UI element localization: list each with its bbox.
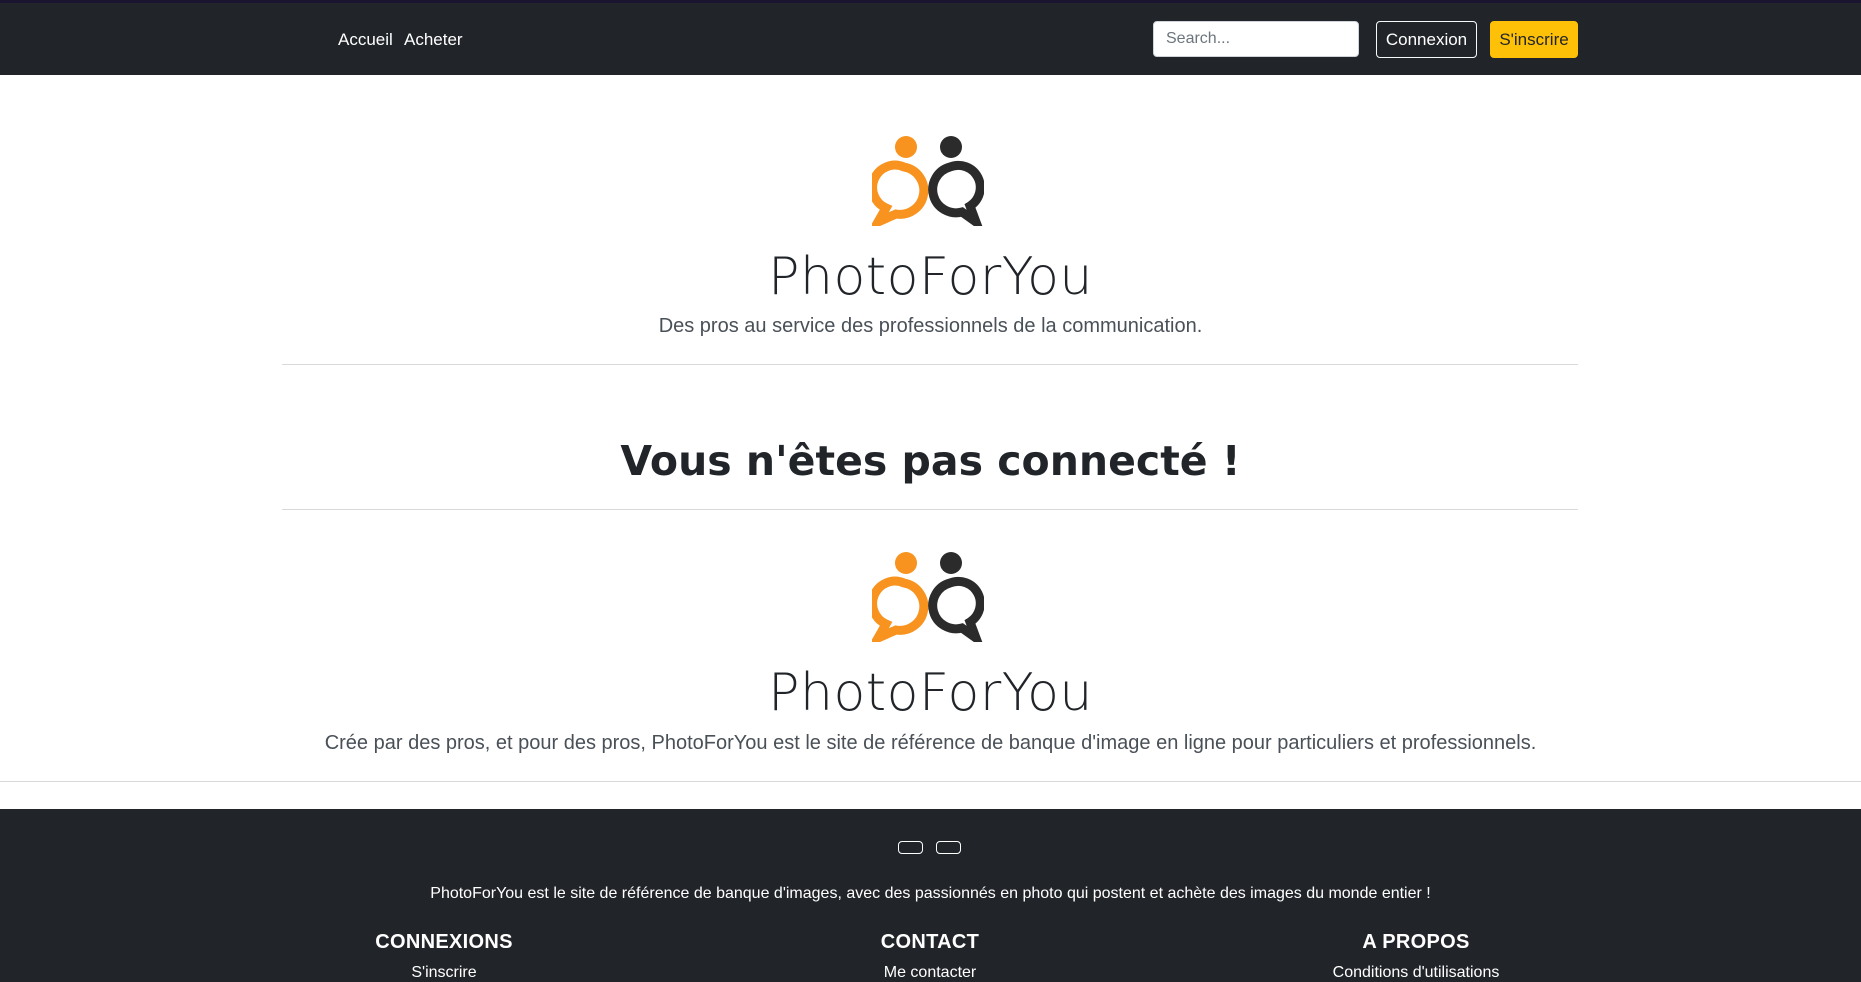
footer-title-contact: CONTACT — [880, 931, 980, 953]
footer-title-apropos: A PROPOS — [1362, 931, 1470, 953]
social-icon[interactable] — [898, 841, 923, 854]
photoforyou-logo-icon — [872, 552, 984, 642]
footer-link-sinscrire[interactable]: S'inscrire — [294, 964, 594, 982]
divider — [0, 781, 1861, 782]
footer-description: PhotoForYou est le site de référence de … — [430, 885, 1431, 902]
social-icon[interactable] — [936, 841, 961, 854]
footer-link-contact[interactable]: Me contacter — [780, 964, 1080, 982]
footer: PhotoForYou est le site de référence de … — [0, 809, 1861, 982]
footer-title-connexions: CONNEXIONS — [375, 931, 513, 953]
about-description: Crée par des pros, et pour des pros, Pho… — [324, 732, 1537, 754]
signup-button[interactable]: S'inscrire — [1490, 21, 1578, 58]
nav-link-accueil[interactable]: Accueil — [338, 30, 393, 50]
about-brand-title: PhotoForYou — [768, 663, 1093, 723]
footer-link-conditions[interactable]: Conditions d'utilisations — [1266, 964, 1566, 982]
not-connected-heading: Vous n'êtes pas connecté ! — [620, 437, 1241, 485]
nav-link-acheter[interactable]: Acheter — [404, 30, 463, 50]
divider — [282, 364, 1578, 365]
login-button[interactable]: Connexion — [1376, 21, 1477, 58]
photoforyou-logo-icon — [872, 136, 984, 226]
divider — [282, 509, 1578, 510]
search-input[interactable] — [1153, 21, 1359, 57]
brand-title: PhotoForYou — [768, 247, 1093, 307]
navbar: Accueil Acheter Connexion S'inscrire — [0, 3, 1861, 75]
hero-tagline: Des pros au service des professionnels d… — [658, 315, 1203, 337]
